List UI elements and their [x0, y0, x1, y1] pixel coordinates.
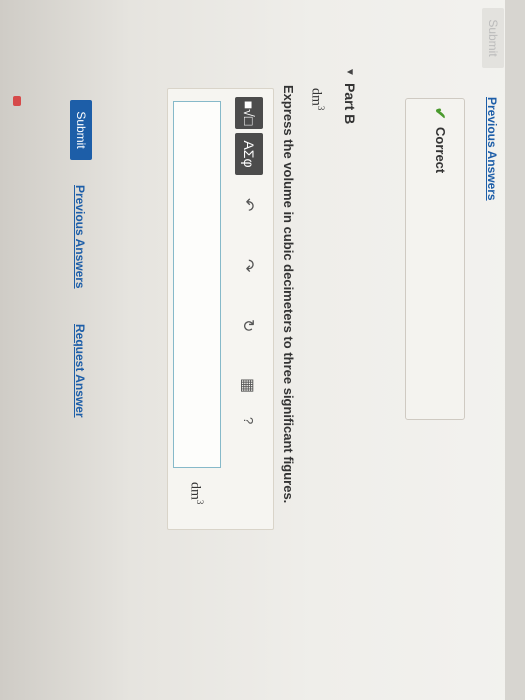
previous-answers-link-part-a[interactable]: Previous Answers — [485, 97, 499, 201]
collapse-arrow-icon[interactable]: ▼ — [344, 67, 355, 77]
help-icon[interactable]: ? — [241, 417, 256, 424]
part-b-title[interactable]: Part B — [342, 83, 358, 124]
keyboard-icon[interactable]: ▦ — [238, 378, 258, 393]
previous-answers-link[interactable]: Previous Answers — [73, 185, 87, 289]
submit-button[interactable]: Submit — [70, 100, 92, 160]
rotated-page: Submit Previous Answers ✔ Correct ▼ Part… — [0, 0, 525, 700]
redo-icon[interactable]: ↷ — [238, 259, 258, 272]
feedback-correct-box: ✔ Correct — [405, 98, 465, 420]
question-prompt: Express the volume in cubic decimeters t… — [281, 85, 296, 504]
templates-button[interactable]: ■√□ — [235, 97, 263, 129]
answer-input[interactable] — [173, 101, 221, 468]
page-edge — [505, 0, 525, 700]
feedback-status: Correct — [433, 127, 448, 174]
reset-icon[interactable]: ↻ — [238, 319, 258, 332]
submit-button-part-a[interactable]: Submit — [482, 8, 504, 68]
answer-area: ■√□ ΑΣφ ↶ ↷ ↻ ▦ ? dm3 — [167, 88, 274, 530]
request-answer-link[interactable]: Request Answer — [73, 324, 87, 418]
greek-letters-button[interactable]: ΑΣφ — [235, 133, 263, 175]
part-b-unit: dm3 — [308, 88, 326, 111]
check-icon: ✔ — [431, 107, 448, 120]
answer-unit: dm3 — [187, 482, 205, 505]
red-marker — [13, 96, 21, 106]
undo-icon[interactable]: ↶ — [238, 198, 258, 211]
